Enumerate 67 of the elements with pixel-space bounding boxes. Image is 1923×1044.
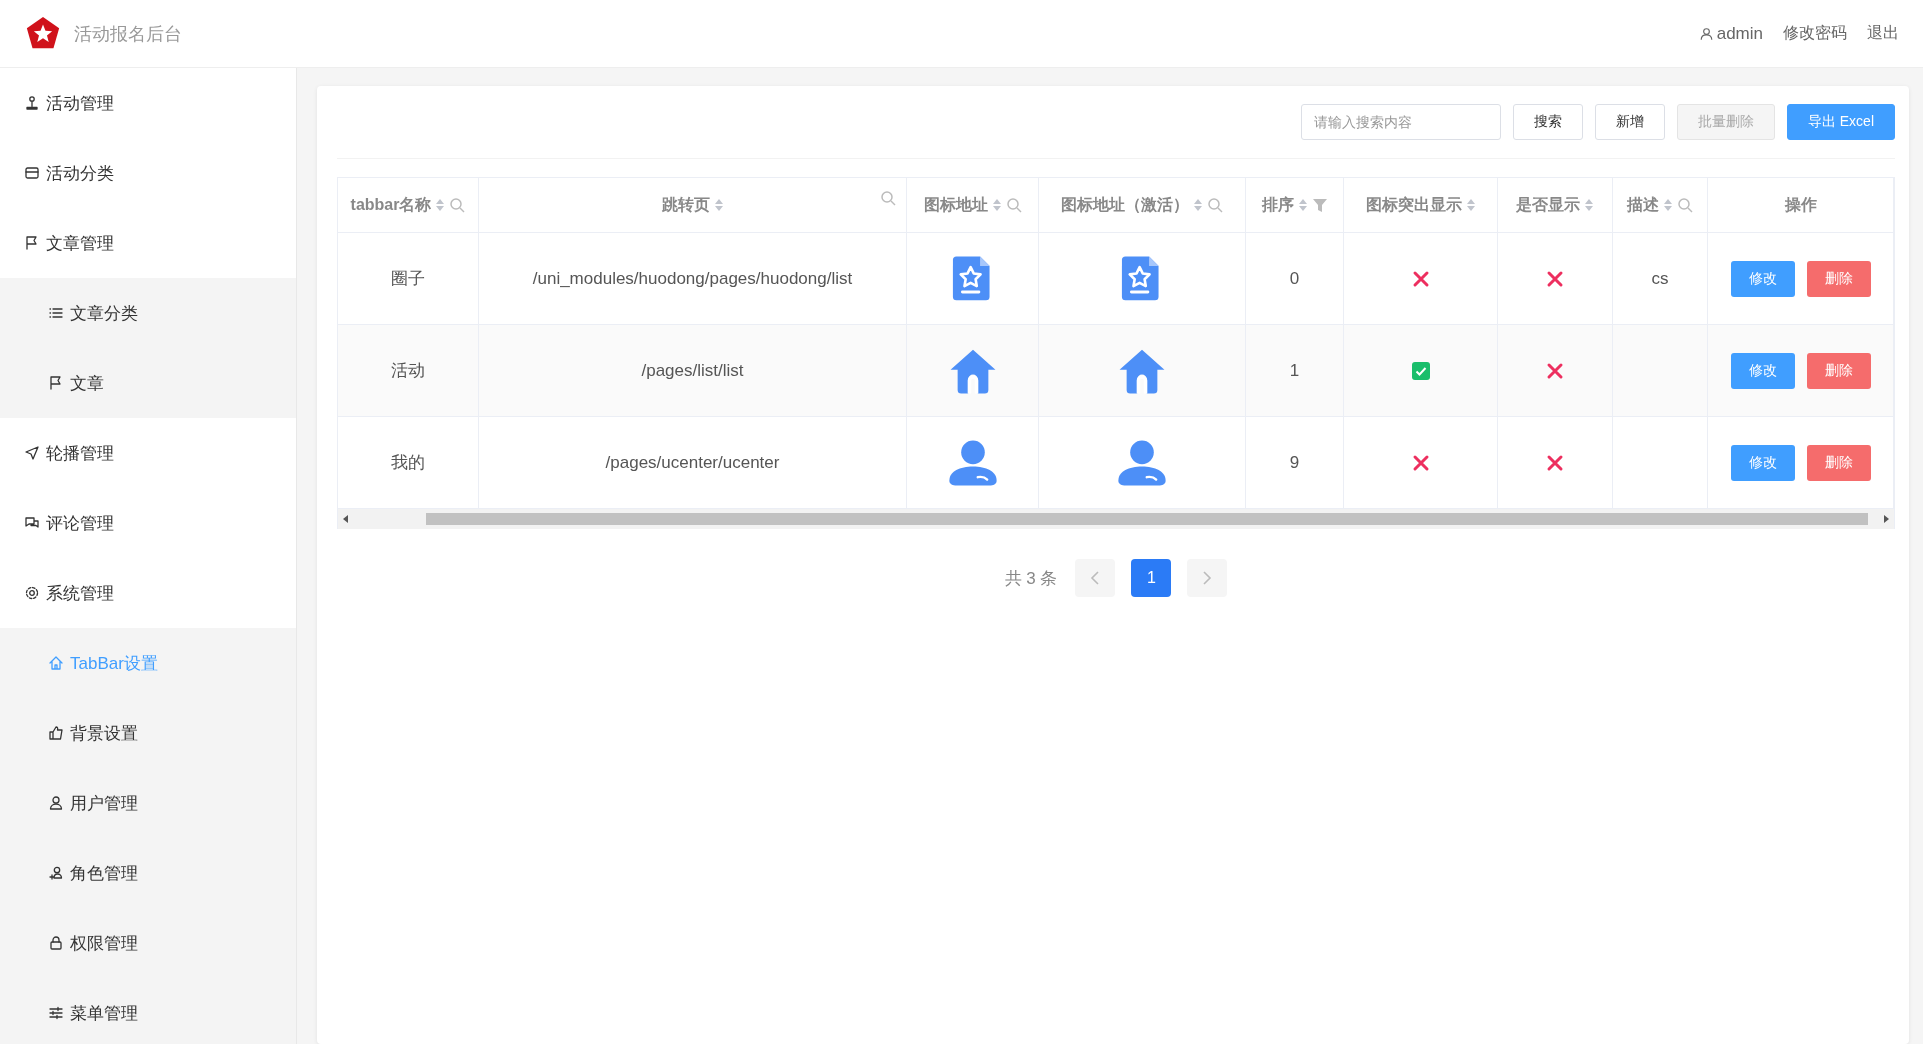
sort-icon[interactable] — [1193, 197, 1203, 213]
menu-item[interactable]: 用户管理 — [0, 768, 296, 838]
app-title: 活动报名后台 — [74, 22, 182, 46]
next-page-button[interactable] — [1187, 559, 1228, 597]
filter-icon[interactable] — [1311, 197, 1328, 213]
header-link[interactable]: 退出 — [1867, 23, 1899, 44]
send-icon — [24, 445, 40, 461]
user-menu[interactable]: admin — [1699, 23, 1763, 44]
column-title: 排序 — [1261, 194, 1294, 215]
toolbar-button[interactable]: 搜索 — [1512, 104, 1583, 140]
column-title: 描述 — [1627, 194, 1659, 215]
previous-page-button[interactable] — [1075, 559, 1116, 597]
menu-item[interactable]: 系统管理 — [0, 558, 296, 628]
search-icon[interactable] — [880, 190, 896, 206]
sliders-icon — [48, 1005, 64, 1021]
menu-item[interactable]: 活动管理 — [0, 68, 296, 138]
joystick-icon — [24, 95, 40, 111]
thumbs-up-icon — [48, 725, 64, 741]
sort-icon[interactable] — [1297, 197, 1308, 213]
column-title: 图标地址（激活） — [1061, 194, 1189, 215]
shop-icon — [24, 165, 40, 181]
menu-item[interactable]: 角色管理 — [0, 838, 296, 908]
user-icon — [1699, 26, 1713, 41]
menu-item[interactable]: 权限管理 — [0, 908, 296, 978]
sort-icon[interactable] — [1584, 197, 1594, 213]
menu-item[interactable]: 文章分类 — [0, 278, 296, 348]
sort-icon[interactable] — [435, 197, 446, 213]
menu-item[interactable]: 背景设置 — [0, 698, 296, 768]
page-button[interactable]: 1 — [1131, 559, 1172, 597]
lock-icon — [48, 935, 64, 951]
header-link[interactable]: 修改密码 — [1783, 23, 1847, 44]
menu-item[interactable]: 菜单管理 — [0, 978, 296, 1044]
table-cell: 1 — [1246, 325, 1344, 417]
menu-item[interactable]: 活动分类 — [0, 138, 296, 208]
table-cell: /pages/list/list — [479, 325, 907, 417]
search-icon[interactable] — [449, 197, 466, 213]
search-field[interactable]: 请输入搜索内容 — [1300, 104, 1501, 140]
menu-item[interactable]: 文章管理 — [0, 208, 296, 278]
table-cell: 活动 — [338, 325, 479, 417]
home-icon — [48, 655, 64, 671]
scroll-right-icon[interactable] — [1882, 515, 1890, 523]
chevron-right-icon — [1202, 571, 1213, 585]
gear-icon — [24, 585, 40, 601]
search-icon[interactable] — [1207, 197, 1223, 213]
chevron-left-icon — [1090, 571, 1101, 585]
menu-item[interactable]: 评论管理 — [0, 488, 296, 558]
search-icon[interactable] — [1005, 197, 1022, 213]
sort-icon[interactable] — [1465, 197, 1476, 213]
column-title: 操作 — [1784, 194, 1817, 215]
toolbar-button[interactable]: 新增 — [1594, 104, 1665, 140]
scroll-left-icon[interactable] — [342, 515, 350, 523]
menu-item[interactable]: 文章 — [0, 348, 296, 418]
total-count: 共 3 条 — [1004, 567, 1058, 590]
users-icon — [48, 865, 64, 881]
list-icon — [48, 305, 64, 321]
sort-icon[interactable] — [1663, 197, 1673, 213]
column-title: 图标突出显示 — [1365, 194, 1462, 215]
column-title: 是否显示 — [1516, 194, 1580, 215]
column-title: 图标地址 — [923, 194, 988, 215]
column-title: 跳转页 — [661, 194, 710, 215]
sort-icon[interactable] — [713, 197, 724, 213]
horizontal-scrollbar[interactable] — [338, 509, 1894, 529]
user-icon — [48, 795, 64, 811]
column-title: tabbar名称 — [350, 194, 432, 215]
menu-item[interactable]: 轮播管理 — [0, 418, 296, 488]
sort-icon[interactable] — [991, 197, 1002, 213]
search-icon[interactable] — [1677, 197, 1693, 213]
